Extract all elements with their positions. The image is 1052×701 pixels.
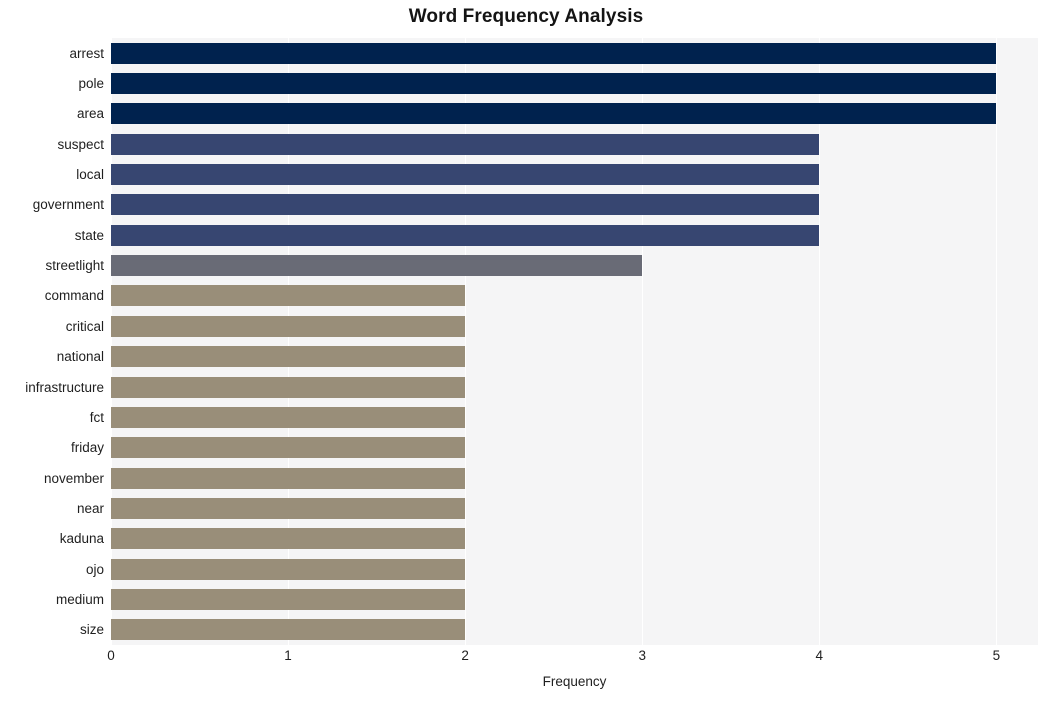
x-axis-title: Frequency [542,674,607,689]
x-tick-label-2: 2 [461,648,469,663]
bar-streetlight[interactable] [111,255,643,277]
bar-arrest[interactable] [111,42,997,64]
y-tick-label-pole: pole [78,76,104,92]
bar-command[interactable] [111,285,466,307]
y-tick-label-infrastructure: infrastructure [25,379,104,395]
x-tick-label-0: 0 [107,648,115,663]
bar-fct[interactable] [111,406,466,428]
bar-critical[interactable] [111,315,466,337]
x-tick-label-3: 3 [638,648,646,663]
y-tick-label-kaduna: kaduna [59,531,104,547]
bar-kaduna[interactable] [111,528,466,550]
bar-medium[interactable] [111,588,466,610]
y-tick-label-fct: fct [89,409,104,425]
x-axis-tick-labels: 0 1 2 3 4 5 [107,648,1038,668]
bar-november[interactable] [111,467,466,489]
bar-size[interactable] [111,619,466,641]
plot-area [111,38,1038,645]
bars-layer [111,38,1038,645]
x-tick-label-4: 4 [815,648,824,663]
y-tick-label-ojo: ojo [85,561,104,577]
bar-state[interactable] [111,224,820,246]
y-axis-tick-labels: arrest pole area suspect local government stat… [0,38,104,645]
x-tick-label-5: 5 [992,648,1001,663]
y-tick-label-near: near [76,500,104,516]
x-tick-label-1: 1 [284,648,292,663]
bar-government[interactable] [111,194,820,216]
y-tick-label-state: state [74,227,104,243]
y-tick-label-suspect: suspect [57,136,104,152]
y-tick-label-friday: friday [70,440,104,456]
y-tick-label-streetlight: streetlight [45,258,104,274]
y-tick-label-government: government [32,197,104,213]
bar-national[interactable] [111,346,466,368]
chart-figure: Word Frequency Analysis arrest pole area su… [0,0,1052,701]
y-tick-label-critical: critical [65,318,104,334]
bar-near[interactable] [111,497,466,519]
bar-infrastructure[interactable] [111,376,466,398]
page-title: Word Frequency Analysis [408,6,644,27]
bar-suspect[interactable] [111,133,820,155]
y-tick-label-size: size [79,622,104,638]
y-tick-label-november: november [43,470,104,486]
y-tick-label-arrest: arrest [69,45,104,61]
bar-ojo[interactable] [111,558,466,580]
bar-area[interactable] [111,103,997,125]
y-tick-label-local: local [76,167,104,183]
y-tick-label-area: area [76,106,104,122]
y-tick-label-national: national [56,349,104,365]
y-tick-label-medium: medium [55,591,104,607]
bar-local[interactable] [111,164,820,186]
bar-friday[interactable] [111,437,466,459]
y-tick-label-command: command [44,288,104,304]
bar-pole[interactable] [111,73,997,95]
